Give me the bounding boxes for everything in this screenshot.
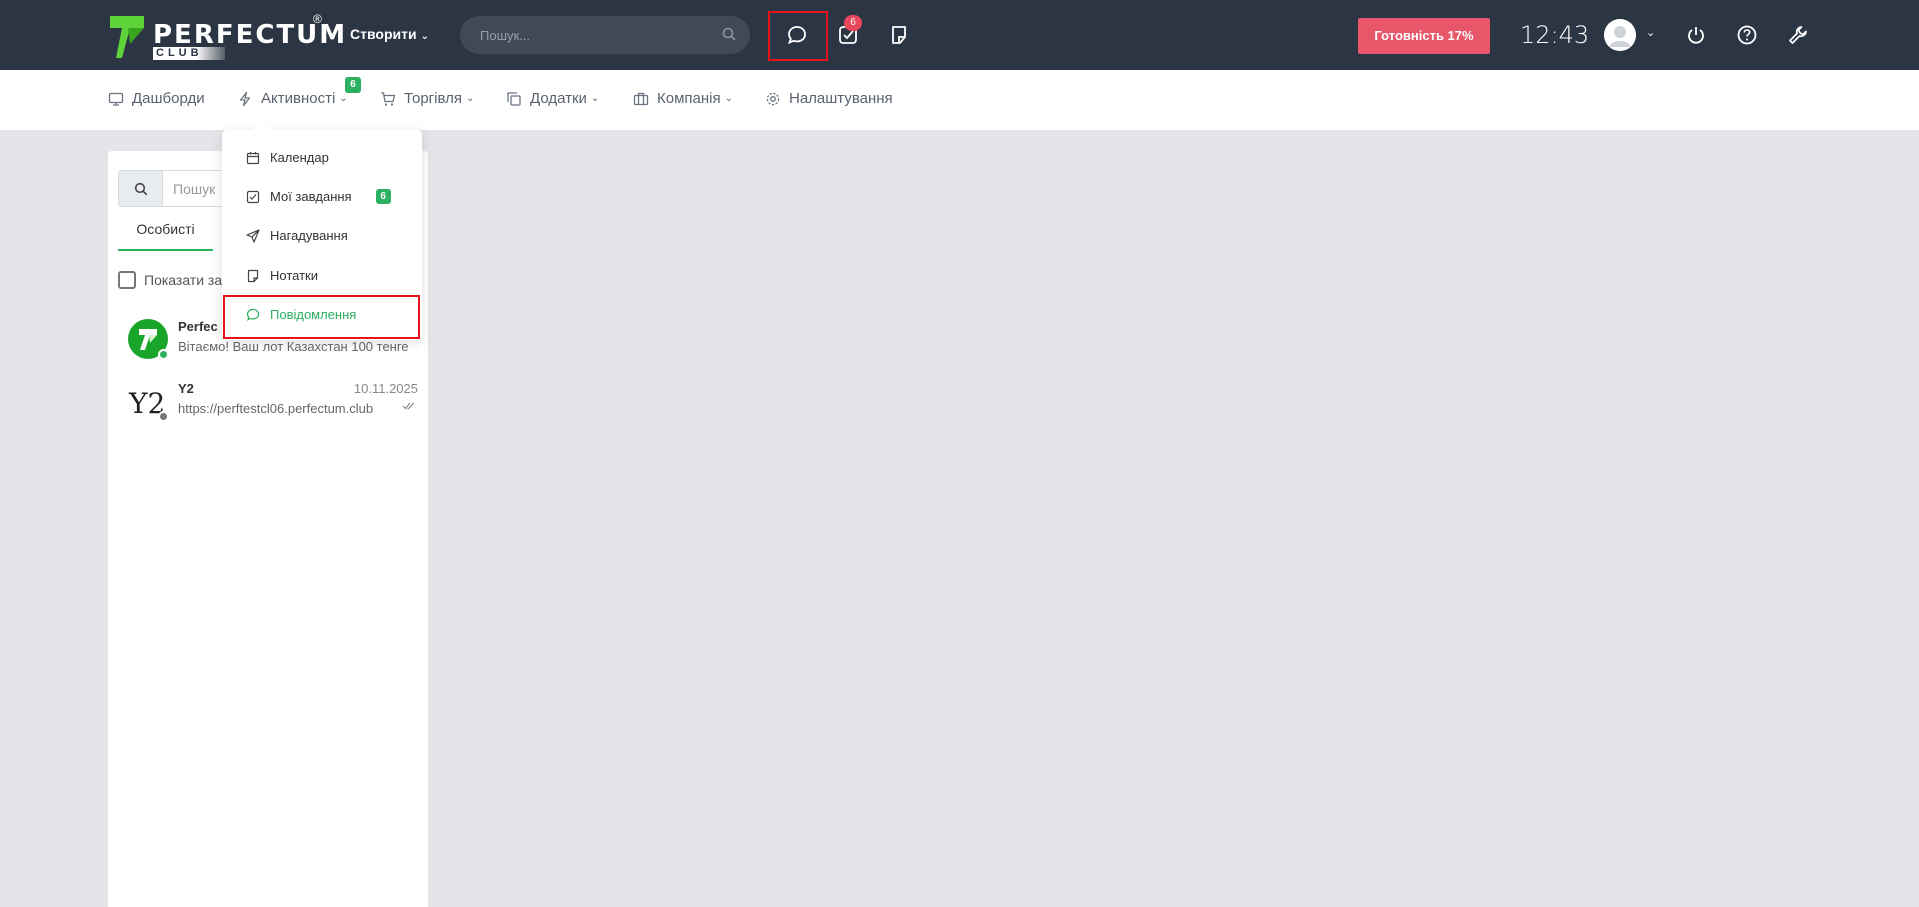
messages-highlight: [223, 295, 420, 339]
menu-label: Нагадування: [270, 228, 348, 243]
brand-sub: CLUB: [153, 47, 225, 60]
nav-dashboards[interactable]: Дашборди: [108, 90, 205, 107]
user-avatar[interactable]: [1604, 19, 1636, 51]
chevron-down-icon: ⌄: [590, 93, 600, 104]
tab-personal[interactable]: Особисті: [118, 218, 213, 251]
power-icon[interactable]: [1681, 20, 1711, 50]
chat-name: Perfec: [178, 319, 218, 334]
menu-item-reminders[interactable]: Нагадування: [246, 228, 348, 243]
tasks-badge: 6: [375, 189, 391, 204]
chevron-down-icon[interactable]: ⌄: [1646, 26, 1655, 39]
calendar-icon: [246, 151, 260, 164]
help-icon[interactable]: [1732, 20, 1762, 50]
show-checkbox[interactable]: Показати за: [118, 271, 222, 289]
nav-label: Дашборди: [132, 90, 205, 107]
menu-label: Мої завдання: [270, 189, 352, 204]
search-icon[interactable]: [119, 171, 163, 206]
nav-label: Активності: [261, 90, 336, 107]
perfectum-logo[interactable]: PERFECTUM ® CLUB: [108, 12, 345, 60]
brand-reg: ®: [313, 12, 322, 26]
chat-name: Y2: [178, 381, 194, 396]
menu-label: Нотатки: [270, 268, 318, 283]
nav-label: Додатки: [530, 90, 587, 107]
chat-message: https://perftestcl06.perfectum.club: [178, 401, 374, 416]
double-check-icon: [402, 401, 416, 414]
search-icon[interactable]: [722, 27, 736, 46]
offline-status: [158, 411, 169, 422]
chat-message: Вітаємо! Ваш лот Казахстан 100 тенге: [178, 339, 408, 354]
nav-activities[interactable]: Активності ⌄: [237, 90, 348, 107]
menu-item-notes[interactable]: Нотатки: [246, 268, 318, 283]
menu-label: Календар: [270, 150, 329, 165]
readiness-button[interactable]: Готовність 17%: [1358, 18, 1490, 54]
cart-icon: [381, 91, 396, 106]
chat-date: 10.11.2025: [353, 381, 418, 396]
nav-label: Компанія: [657, 90, 721, 107]
tasks-badge: 6: [844, 15, 862, 31]
menu-item-calendar[interactable]: Календар: [246, 150, 329, 165]
chat-item[interactable]: Y2 Y2 10.11.2025 https://perftestcl06.pe…: [128, 381, 418, 429]
chevron-down-icon: ⌄: [465, 93, 475, 104]
nav-label: Налаштування: [789, 90, 893, 107]
nav-company[interactable]: Компанія ⌄: [633, 90, 733, 107]
monitor-icon: [108, 92, 124, 106]
nav-settings[interactable]: Налаштування: [765, 90, 893, 107]
chevron-down-icon: ⌄: [420, 31, 429, 42]
briefcase-icon: [633, 92, 649, 105]
clock: 12:43: [1520, 21, 1590, 49]
chevron-down-icon: ⌄: [724, 93, 733, 104]
chevron-down-icon: ⌄: [339, 93, 348, 104]
nav-trade[interactable]: Торгівля ⌄: [380, 90, 474, 107]
checkbox[interactable]: [118, 271, 136, 289]
nav-addons[interactable]: Додатки ⌄: [506, 90, 599, 107]
lightning-icon: [239, 91, 251, 106]
gear-icon: [766, 92, 780, 105]
activities-badge: 6: [345, 77, 361, 93]
global-search-input[interactable]: [480, 16, 710, 54]
global-search[interactable]: [460, 16, 750, 54]
create-label: Створити: [350, 26, 417, 42]
top-bar: PERFECTUM ® CLUB Створити⌄ 6 Готовність …: [0, 0, 1919, 70]
nav-label: Торгівля: [404, 90, 462, 107]
wrench-icon[interactable]: [1783, 20, 1813, 50]
logo-mark-icon: [110, 16, 144, 58]
copy-icon: [507, 91, 521, 106]
send-icon: [246, 228, 260, 243]
menu-item-my-tasks[interactable]: Мої завдання 6: [246, 189, 391, 204]
main-nav: Дашборди Активності ⌄ Торгівля ⌄ Додатки…: [0, 70, 1919, 130]
online-status: [158, 349, 169, 360]
note-icon: [247, 269, 259, 282]
notes-icon[interactable]: [884, 20, 914, 50]
checkbox-icon: [246, 190, 260, 203]
chat-icon[interactable]: [782, 20, 812, 50]
create-menu[interactable]: Створити ⌄: [350, 26, 429, 42]
show-label: Показати за: [144, 272, 223, 288]
